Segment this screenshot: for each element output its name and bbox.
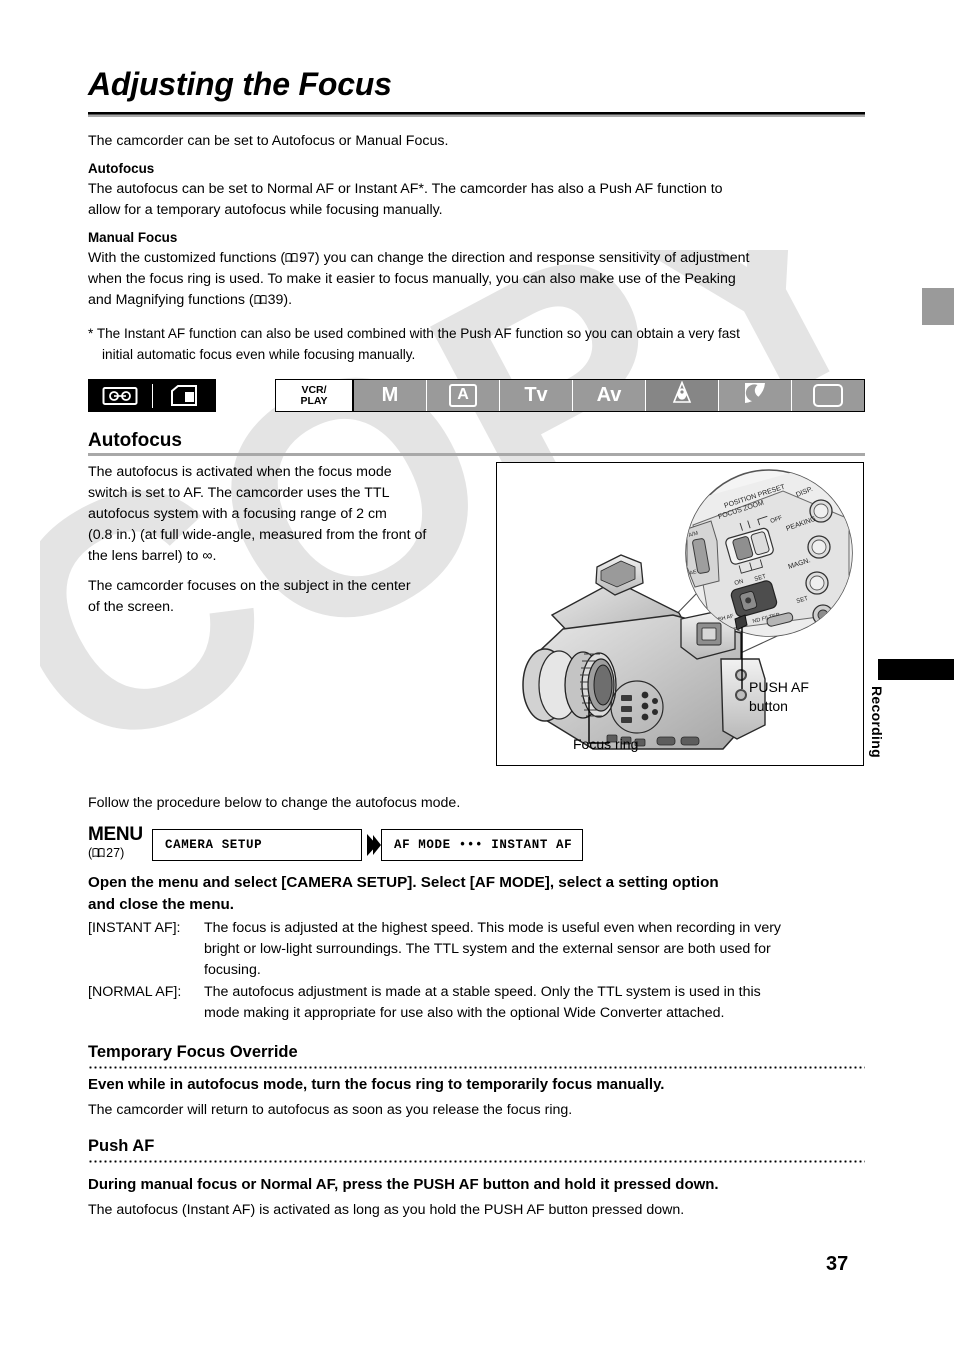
mf-line1-pre: With the customized functions (	[88, 250, 286, 266]
footnote-line-1: * The Instant AF function can also be us…	[88, 326, 740, 341]
push-af-heading: Push AF	[88, 1137, 155, 1155]
memory-card-icon	[153, 379, 217, 412]
mode-cell-card-rec	[792, 380, 864, 411]
autofocus-section-heading: Autofocus	[88, 430, 182, 451]
menu-box-af-mode[interactable]: AF MODE ••• INSTANT AF	[381, 829, 583, 861]
mode-cell-night	[719, 380, 792, 411]
mode-label-a: A	[449, 384, 477, 407]
camcorder-illustration: A/M AE POSITION PRESET FOCUS ZOOM OFF ON…	[496, 462, 864, 766]
push-af-dotted-rule	[88, 1160, 865, 1163]
menu-keyword: MENU	[88, 824, 143, 845]
autofocus-section-rule	[88, 453, 865, 456]
procedure-instruction-line-1: Open the menu and select [CAMERA SETUP].…	[88, 874, 719, 891]
af-body2-line-1: The camcorder focuses on the subject in …	[88, 578, 411, 594]
page-title: Adjusting the Focus	[88, 66, 392, 102]
mf-line3-ref: 39	[267, 292, 284, 308]
menu-box-camera-setup[interactable]: CAMERA SETUP	[152, 829, 362, 861]
mode-label-m: M	[381, 384, 399, 406]
autofocus-line-2: allow for a temporary autofocus while fo…	[88, 202, 443, 218]
autofocus-subheading: Autofocus	[88, 161, 155, 176]
spotlight-icon	[672, 380, 692, 410]
override-body: The camcorder will return to autofocus a…	[88, 1102, 573, 1118]
af-option-term-normal: [NORMAL AF]:	[88, 984, 182, 1000]
af-body2-line-2: of the screen.	[88, 599, 174, 615]
book-icon	[92, 847, 105, 858]
mode-cell-auto: A	[427, 380, 500, 411]
procedure-intro: Follow the procedure below to change the…	[88, 795, 461, 811]
override-bold-line: Even while in autofocus mode, turn the f…	[88, 1076, 665, 1093]
mf-line1-ref: 97	[299, 250, 315, 266]
push-af-callout: PUSH AF button	[749, 678, 809, 716]
manual-focus-subheading: Manual Focus	[88, 230, 178, 245]
footnote-line-2: initial automatic focus even while focus…	[102, 347, 416, 362]
procedure-instruction-line-2: and close the menu.	[88, 896, 235, 913]
menu-box-af-mode-label: AF MODE ••• INSTANT AF	[394, 838, 573, 852]
push-af-bold-line: During manual focus or Normal AF, press …	[88, 1176, 719, 1193]
af-body-line-4: (0.8 in.) (at full wide-angle, measured …	[88, 527, 427, 543]
push-af-callout-line-1: PUSH AF	[749, 679, 809, 695]
mode-cell-av: Av	[573, 380, 646, 411]
moon-icon	[744, 382, 766, 410]
rounded-rect-icon	[813, 384, 843, 407]
af-option-term-instant: [INSTANT AF]:	[88, 920, 181, 936]
mode-cell-spotlight	[646, 380, 719, 411]
autofocus-line-1: The autofocus can be set to Normal AF or…	[88, 181, 723, 197]
menu-arrow-icon	[366, 833, 382, 862]
book-icon	[254, 294, 267, 305]
menu-box-camera-setup-label: CAMERA SETUP	[165, 838, 263, 852]
instant-af-line-2: bright or low-light surroundings. The TT…	[204, 941, 771, 957]
autofocus-body-1: The autofocus is activated when the focu…	[88, 462, 488, 567]
recording-tab-block	[878, 659, 954, 680]
shooting-mode-bar: VCR/ PLAY M A Tv Av	[275, 379, 865, 412]
override-heading: Temporary Focus Override	[88, 1043, 298, 1061]
instant-af-line-3: focusing.	[204, 962, 261, 978]
override-dotted-rule	[88, 1066, 865, 1069]
manual-page: COPY Adjusting the Focus The camcorder c…	[0, 0, 954, 1348]
title-rule	[88, 112, 865, 117]
af-body-line-1: The autofocus is activated when the focu…	[88, 464, 392, 480]
vcr-line-2: PLAY	[300, 394, 328, 407]
af-body-line-2: switch is set to AF. The camcorder uses …	[88, 485, 390, 501]
autofocus-body-2: The camcorder focuses on the subject in …	[88, 576, 488, 618]
media-type-bar	[88, 379, 216, 412]
af-body-line-5: the lens barrel) to ∞.	[88, 548, 217, 564]
manual-focus-line-1: With the customized functions ( 97) you c…	[88, 248, 878, 269]
manual-focus-line-3: and Magnifying functions ( 39).	[88, 290, 878, 311]
menu-ref-number: 27	[106, 846, 121, 860]
mode-cell-manual: M	[354, 380, 427, 411]
intro-lead: The camcorder can be set to Autofocus or…	[88, 133, 449, 149]
focus-ring-graphic	[564, 651, 617, 719]
push-af-callout-line-2: button	[749, 698, 788, 714]
focus-ring-callout: Focus ring	[573, 736, 639, 752]
af-option-body-instant: The focus is adjusted at the highest spe…	[204, 918, 874, 981]
normal-af-line-2: mode making it appropriate for use also …	[204, 1005, 725, 1021]
mode-cell-vcr-play: VCR/ PLAY	[276, 380, 354, 411]
af-body-line-3: autofocus system with a focusing range o…	[88, 506, 387, 522]
menu-ref-paren-close: )	[120, 846, 125, 860]
mode-cell-tv: Tv	[500, 380, 573, 411]
cassette-tape-icon	[88, 379, 152, 412]
mode-label-av: Av	[596, 384, 622, 406]
normal-af-line-1: The autofocus adjustment is made at a st…	[204, 984, 761, 1000]
mf-line3-post: ).	[283, 292, 293, 308]
instant-af-line-1: The focus is adjusted at the highest spe…	[204, 920, 782, 936]
mf-line1-post: ) you can change the direction and respo…	[314, 250, 750, 266]
menu-page-ref: (27)	[88, 846, 124, 860]
af-option-body-normal: The autofocus adjustment is made at a st…	[204, 982, 874, 1024]
page-number: 37	[826, 1253, 849, 1275]
chapter-tab-marker	[922, 288, 954, 325]
mode-label-tv: Tv	[524, 384, 548, 406]
mf-line3-pre: and Magnifying functions (	[88, 292, 254, 308]
recording-tab-label: Recording	[869, 686, 885, 758]
book-icon	[285, 252, 298, 263]
push-af-body: The autofocus (Instant AF) is activated …	[88, 1202, 685, 1218]
manual-focus-line-2: when the focus ring is used. To make it …	[88, 271, 736, 287]
